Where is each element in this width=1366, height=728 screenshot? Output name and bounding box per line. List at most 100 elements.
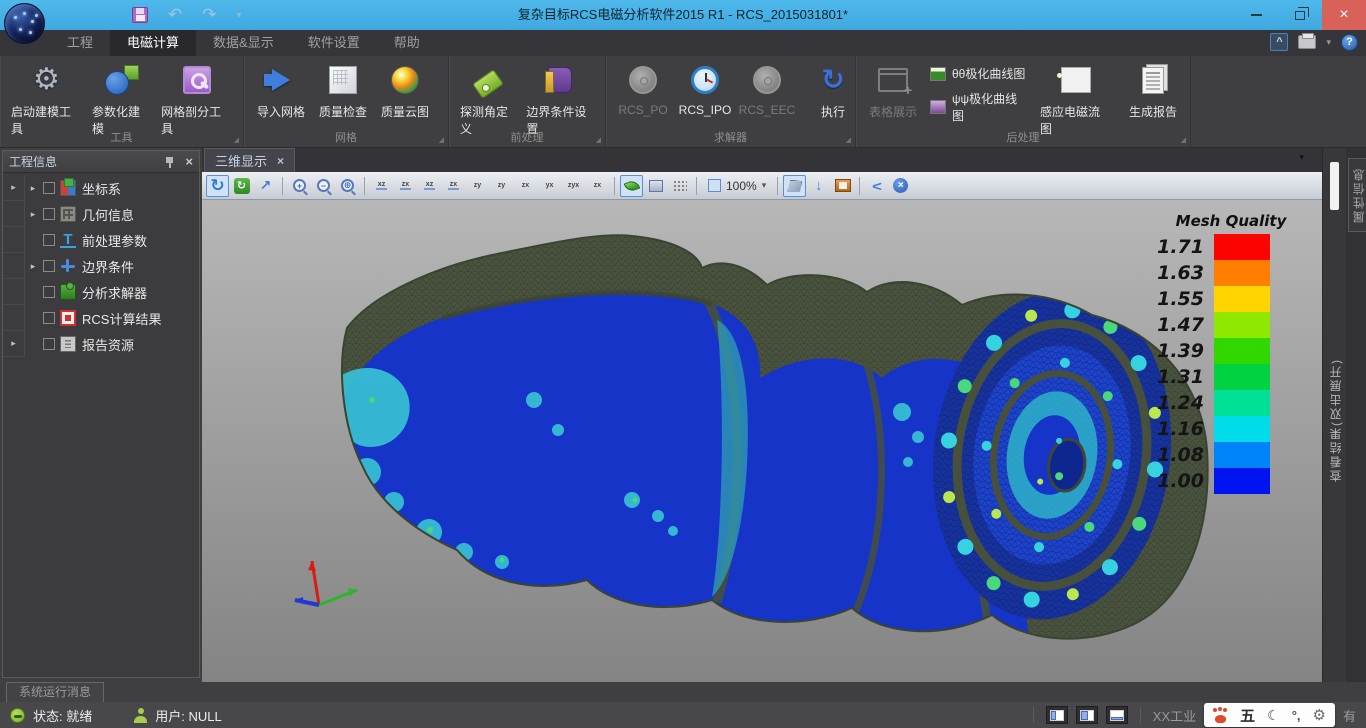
- import-mesh-button[interactable]: 导入网格: [250, 61, 312, 121]
- probe-angle-button[interactable]: 探测角定义: [455, 61, 521, 138]
- panel-close-icon[interactable]: ×: [185, 156, 193, 168]
- axis-view-button[interactable]: zy: [466, 175, 489, 197]
- ime-punctuation-icon[interactable]: °,: [1292, 708, 1301, 723]
- axis-view-button[interactable]: zx: [442, 175, 465, 197]
- tab-em-compute[interactable]: 电磁计算: [110, 30, 196, 56]
- gutter-expander-icon[interactable]: ▸: [3, 331, 25, 357]
- gutter-expander-icon[interactable]: ▸: [3, 175, 25, 201]
- printer-icon[interactable]: [1298, 35, 1316, 49]
- checkbox[interactable]: [43, 208, 55, 220]
- group-corner-icon: ◢: [1181, 136, 1186, 144]
- 3d-canvas[interactable]: Mesh Quality 1.71 1.63 1.55 1.47 1.39 1.…: [202, 200, 1322, 682]
- layout-bottom-icon[interactable]: [1106, 706, 1128, 724]
- tab-close-icon[interactable]: ×: [277, 154, 284, 168]
- axis-view-button[interactable]: xz: [418, 175, 441, 197]
- image-folder-icon[interactable]: [831, 175, 854, 197]
- zoom-fit-icon[interactable]: ⊕: [336, 175, 359, 197]
- printer-dropdown-icon[interactable]: ▾: [1326, 37, 1331, 48]
- quality-check-button[interactable]: 质量检查: [312, 61, 374, 121]
- axis-view-button[interactable]: xz: [370, 175, 393, 197]
- axis-view-button[interactable]: zx: [514, 175, 537, 197]
- parametric-modeling-button[interactable]: 参数化建模: [87, 61, 156, 138]
- pin-icon[interactable]: [165, 156, 175, 168]
- redo-icon[interactable]: ↷: [202, 7, 216, 23]
- rcs-po-button[interactable]: RCS_PO: [612, 61, 674, 118]
- results-vertical-tab[interactable]: 查看结果(双击展开): [1327, 358, 1344, 482]
- spin-icon[interactable]: ↻: [230, 175, 253, 197]
- baidu-ime-icon[interactable]: [1213, 708, 1228, 723]
- down-arrow-icon[interactable]: ↓: [807, 175, 830, 197]
- ime-mode-button[interactable]: 五: [1240, 705, 1255, 726]
- surface-flip-icon[interactable]: [783, 175, 806, 197]
- generate-report-button[interactable]: 生成报告: [1122, 61, 1184, 121]
- tree-row-report-resource[interactable]: ▸ 报告资源: [3, 331, 199, 357]
- axis-view-button[interactable]: zx: [586, 175, 609, 197]
- quick-access-dropdown-icon[interactable]: ▾: [237, 10, 242, 21]
- rotate-icon[interactable]: ↻: [206, 175, 229, 197]
- rcs-ipo-button[interactable]: RCS_IPO: [674, 61, 736, 118]
- pan-arrow-icon[interactable]: ↗: [254, 175, 277, 197]
- shade-leaf-icon[interactable]: [620, 175, 643, 197]
- expander-icon[interactable]: ▸: [25, 209, 41, 220]
- mesh-tool-button[interactable]: 网格剖分工具: [156, 61, 237, 138]
- tab-data-display[interactable]: 数据&显示: [196, 30, 291, 56]
- checkbox[interactable]: [43, 312, 55, 324]
- share-icon[interactable]: <: [865, 175, 888, 197]
- axis-view-button[interactable]: zx: [394, 175, 417, 197]
- psi-curve-button[interactable]: ψψ极化曲线图: [930, 90, 1029, 124]
- expander-icon[interactable]: ▸: [25, 261, 41, 272]
- tree-label: 边界条件: [82, 257, 134, 276]
- checkbox[interactable]: [43, 182, 55, 194]
- checkbox[interactable]: [43, 286, 55, 298]
- app-logo[interactable]: [4, 3, 45, 44]
- ime-settings-gear-icon[interactable]: ⚙: [1313, 706, 1326, 724]
- help-icon[interactable]: ?: [1341, 34, 1358, 51]
- tab-overflow-dropdown-icon[interactable]: ▾: [1299, 152, 1304, 163]
- tree-row-rcs-result[interactable]: RCS计算结果: [3, 305, 199, 331]
- tab-3d-display[interactable]: 三维显示 ×: [204, 148, 295, 172]
- zoom-out-icon[interactable]: −: [312, 175, 335, 197]
- zoom-dropdown-icon: ▾: [762, 180, 767, 191]
- restore-button[interactable]: [1278, 0, 1322, 30]
- axis-view-button[interactable]: yx: [538, 175, 561, 197]
- start-modeling-button[interactable]: ⚙ 启动建模工具: [6, 61, 87, 138]
- ime-moon-icon[interactable]: ☾: [1267, 707, 1280, 724]
- expander-icon[interactable]: ▸: [25, 183, 41, 194]
- minimize-button[interactable]: [1234, 0, 1278, 30]
- zoom-in-icon[interactable]: +: [288, 175, 311, 197]
- tree-row-coordinate[interactable]: ▸ ▸ 坐标系: [3, 175, 199, 201]
- system-messages-tab[interactable]: 系统运行消息: [6, 682, 104, 702]
- checkbox[interactable]: [43, 260, 55, 272]
- theta-curve-button[interactable]: θθ极化曲线图: [930, 65, 1029, 82]
- face-icon[interactable]: [644, 175, 667, 197]
- divider: [696, 177, 697, 195]
- collapse-ribbon-icon[interactable]: ^: [1270, 33, 1288, 51]
- scrollbar-thumb[interactable]: [1330, 162, 1339, 210]
- close-button[interactable]: ×: [1322, 0, 1366, 30]
- save-icon[interactable]: [132, 7, 148, 23]
- tab-software-settings[interactable]: 软件设置: [291, 30, 377, 56]
- tab-project[interactable]: 工程: [50, 30, 110, 56]
- checkbox[interactable]: [43, 338, 55, 350]
- rcs-eec-button[interactable]: RCS_EEC: [736, 61, 798, 118]
- induced-current-button[interactable]: 感应电磁流图: [1035, 61, 1117, 138]
- properties-vertical-tab[interactable]: 属性信息: [1348, 158, 1366, 232]
- tree-row-preprocess-param[interactable]: T 前处理参数: [3, 227, 199, 253]
- zoom-select[interactable]: 100% ▾: [702, 179, 772, 193]
- quality-cloud-button[interactable]: 质量云图: [374, 61, 436, 121]
- points-icon[interactable]: [668, 175, 691, 197]
- execute-button[interactable]: ↻ 执行: [802, 61, 864, 121]
- table-view-button[interactable]: 表格展示: [862, 61, 924, 121]
- undo-icon[interactable]: ↶: [168, 7, 182, 23]
- tree-row-solver[interactable]: 分析求解器: [3, 279, 199, 305]
- layout-half-icon[interactable]: [1076, 706, 1098, 724]
- checkbox[interactable]: [43, 234, 55, 246]
- axis-view-button[interactable]: zyx: [562, 175, 585, 197]
- layout-left-icon[interactable]: [1046, 706, 1068, 724]
- axis-view-button[interactable]: zy: [490, 175, 513, 197]
- tree-row-boundary[interactable]: ▸ 边界条件: [3, 253, 199, 279]
- close-circle-icon[interactable]: ×: [889, 175, 912, 197]
- boundary-settings-button[interactable]: 边界条件设置: [521, 61, 599, 138]
- tab-help[interactable]: 帮助: [377, 30, 437, 56]
- tree-row-geometry[interactable]: ▸ 几何信息: [3, 201, 199, 227]
